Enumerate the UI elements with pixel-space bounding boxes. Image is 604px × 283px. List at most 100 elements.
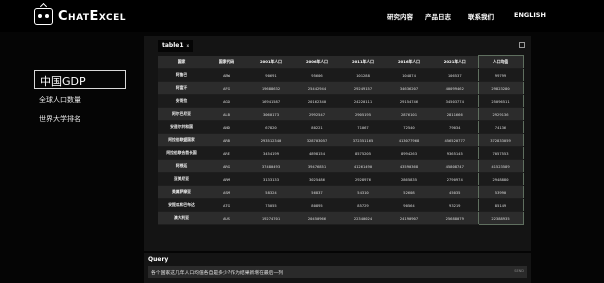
table-cell[interactable]: AGO (205, 94, 248, 108)
table-cell[interactable]: 22340024 (340, 211, 386, 225)
country-cell[interactable]: 安道尔共和国 (158, 120, 205, 134)
close-icon[interactable]: x (187, 43, 190, 48)
table-cell[interactable]: AUS (205, 211, 248, 225)
table-cell[interactable]: 372833059 (477, 133, 524, 147)
country-cell[interactable]: 安哥拉 (158, 94, 205, 108)
column-header[interactable]: 2011年人口 (340, 55, 386, 69)
table-cell[interactable]: 3133133 (248, 172, 294, 186)
table-cell[interactable]: 16941587 (248, 94, 294, 108)
table-cell[interactable]: 2865835 (386, 172, 432, 186)
country-cell[interactable]: 阿拉伯联盟国家 (158, 133, 205, 147)
table-cell[interactable]: 2928976 (340, 172, 386, 186)
table-cell[interactable]: 25688079 (432, 211, 478, 225)
table-cell[interactable]: 2811666 (432, 107, 478, 121)
table-cell[interactable]: ALB (205, 107, 248, 121)
sidebar-item-global-population[interactable]: 全球人口数量 (34, 95, 126, 105)
table-cell[interactable]: 93219 (432, 198, 478, 212)
country-cell[interactable]: 阿根廷 (158, 159, 205, 173)
table-cell[interactable]: 2790974 (432, 172, 478, 186)
table-cell[interactable]: 58324 (248, 185, 294, 199)
table-cell[interactable]: 43590368 (386, 159, 432, 173)
table-cell[interactable]: AFG (205, 81, 248, 95)
country-cell[interactable]: 美属萨摩亚 (158, 185, 205, 199)
table-cell[interactable]: 71067 (340, 120, 386, 134)
country-cell[interactable]: 阿富汗 (158, 81, 205, 95)
sidebar-item-world-university-ranking[interactable]: 世界大学排名 (34, 114, 126, 124)
nav-research[interactable]: 研究内容 (387, 11, 413, 21)
country-cell[interactable]: 阿拉伯联合酋长国 (158, 146, 205, 160)
table-cell[interactable]: 19274701 (248, 211, 294, 225)
table-cell[interactable]: 20450966 (294, 211, 340, 225)
table-cell[interactable]: 2992547 (294, 107, 340, 121)
table-cell[interactable]: 2929136 (477, 107, 524, 121)
table-cell[interactable]: 3025486 (294, 172, 340, 186)
table-cell[interactable]: 74136 (477, 120, 524, 134)
table-cell[interactable]: 90691 (248, 68, 294, 82)
table-cell[interactable]: 56837 (294, 185, 340, 199)
table-cell[interactable]: 25096511 (477, 94, 524, 108)
table-cell[interactable]: 106537 (432, 68, 478, 82)
country-cell[interactable]: 安提瓜和巴布达 (158, 198, 205, 212)
table-cell[interactable]: 79034 (432, 120, 478, 134)
table-cell[interactable]: 328703057 (294, 133, 340, 147)
table-cell[interactable]: 24190907 (386, 211, 432, 225)
table-cell[interactable]: 101288 (340, 68, 386, 82)
table-cell[interactable]: 293512340 (248, 133, 294, 147)
table-cell[interactable]: 104874 (386, 68, 432, 82)
send-button[interactable]: SEND (514, 269, 524, 273)
column-header[interactable]: 2001年人口 (248, 55, 294, 69)
table-cell[interactable]: 372351165 (340, 133, 386, 147)
country-cell[interactable]: 澳大利亚 (158, 211, 205, 225)
tab-table1[interactable]: table1 x (158, 40, 194, 52)
table-cell[interactable]: 39476851 (294, 159, 340, 173)
table-cell[interactable]: 34503774 (432, 94, 478, 108)
table-cell[interactable]: 54310 (340, 185, 386, 199)
table-cell[interactable]: 19688632 (248, 81, 294, 95)
country-cell[interactable]: 阿鲁巴 (158, 68, 205, 82)
column-header[interactable]: 2021年人口 (432, 55, 478, 69)
table-cell[interactable]: 37480493 (248, 159, 294, 173)
table-cell[interactable]: 67820 (248, 120, 294, 134)
table-cell[interactable]: 8994263 (386, 146, 432, 160)
table-cell[interactable]: 456520777 (432, 133, 478, 147)
table-cell[interactable]: 29823280 (477, 81, 524, 95)
column-header[interactable]: 国家 (158, 55, 205, 69)
sidebar-item-china-gdp[interactable]: 中国GDP (34, 70, 126, 89)
table-cell[interactable]: 4898154 (294, 146, 340, 160)
table-cell[interactable]: 41523589 (477, 159, 524, 173)
table-cell[interactable]: 22388935 (477, 211, 524, 225)
table-cell[interactable]: 9365145 (432, 146, 478, 160)
nav-english[interactable]: ENGLISH (514, 11, 546, 19)
table-cell[interactable]: ARE (205, 146, 248, 160)
column-header[interactable]: 2016年人口 (386, 55, 432, 69)
table-cell[interactable]: 40099462 (432, 81, 478, 95)
query-input[interactable]: 各个国家这几年人口均值各自是多少?作为结果新增在最后一列 SEND (148, 266, 527, 278)
table-cell[interactable]: 25442944 (294, 81, 340, 95)
expand-icon[interactable] (519, 42, 525, 48)
table-cell[interactable]: 29249157 (340, 81, 386, 95)
table-cell[interactable]: 20162340 (294, 94, 340, 108)
column-header[interactable]: 2006年人口 (294, 55, 340, 69)
table-cell[interactable]: ARG (205, 159, 248, 173)
table-cell[interactable]: 41261490 (340, 159, 386, 173)
table-cell[interactable]: 34636207 (386, 81, 432, 95)
table-cell[interactable]: 8575205 (340, 146, 386, 160)
table-cell[interactable]: 99799 (477, 68, 524, 82)
table-cell[interactable]: 80895 (294, 198, 340, 212)
table-cell[interactable]: 45035 (432, 185, 478, 199)
table-cell[interactable]: 45808747 (432, 159, 478, 173)
table-cell[interactable]: 3454199 (248, 146, 294, 160)
table-cell[interactable]: ABW (205, 68, 248, 82)
country-cell[interactable]: 阿尔巴尼亚 (158, 107, 205, 121)
table-cell[interactable]: 85149 (477, 198, 524, 212)
table-cell[interactable]: 80221 (294, 120, 340, 134)
table-cell[interactable]: 72540 (386, 120, 432, 134)
table-cell[interactable]: AND (205, 120, 248, 134)
column-header[interactable]: 国家代码 (205, 55, 248, 69)
table-cell[interactable]: 52608 (386, 185, 432, 199)
table-cell[interactable]: 7057553 (477, 146, 524, 160)
table-cell[interactable]: 2876101 (386, 107, 432, 121)
table-cell[interactable]: ARM (205, 172, 248, 186)
table-cell[interactable]: 2948880 (477, 172, 524, 186)
table-cell[interactable]: 413077968 (386, 133, 432, 147)
